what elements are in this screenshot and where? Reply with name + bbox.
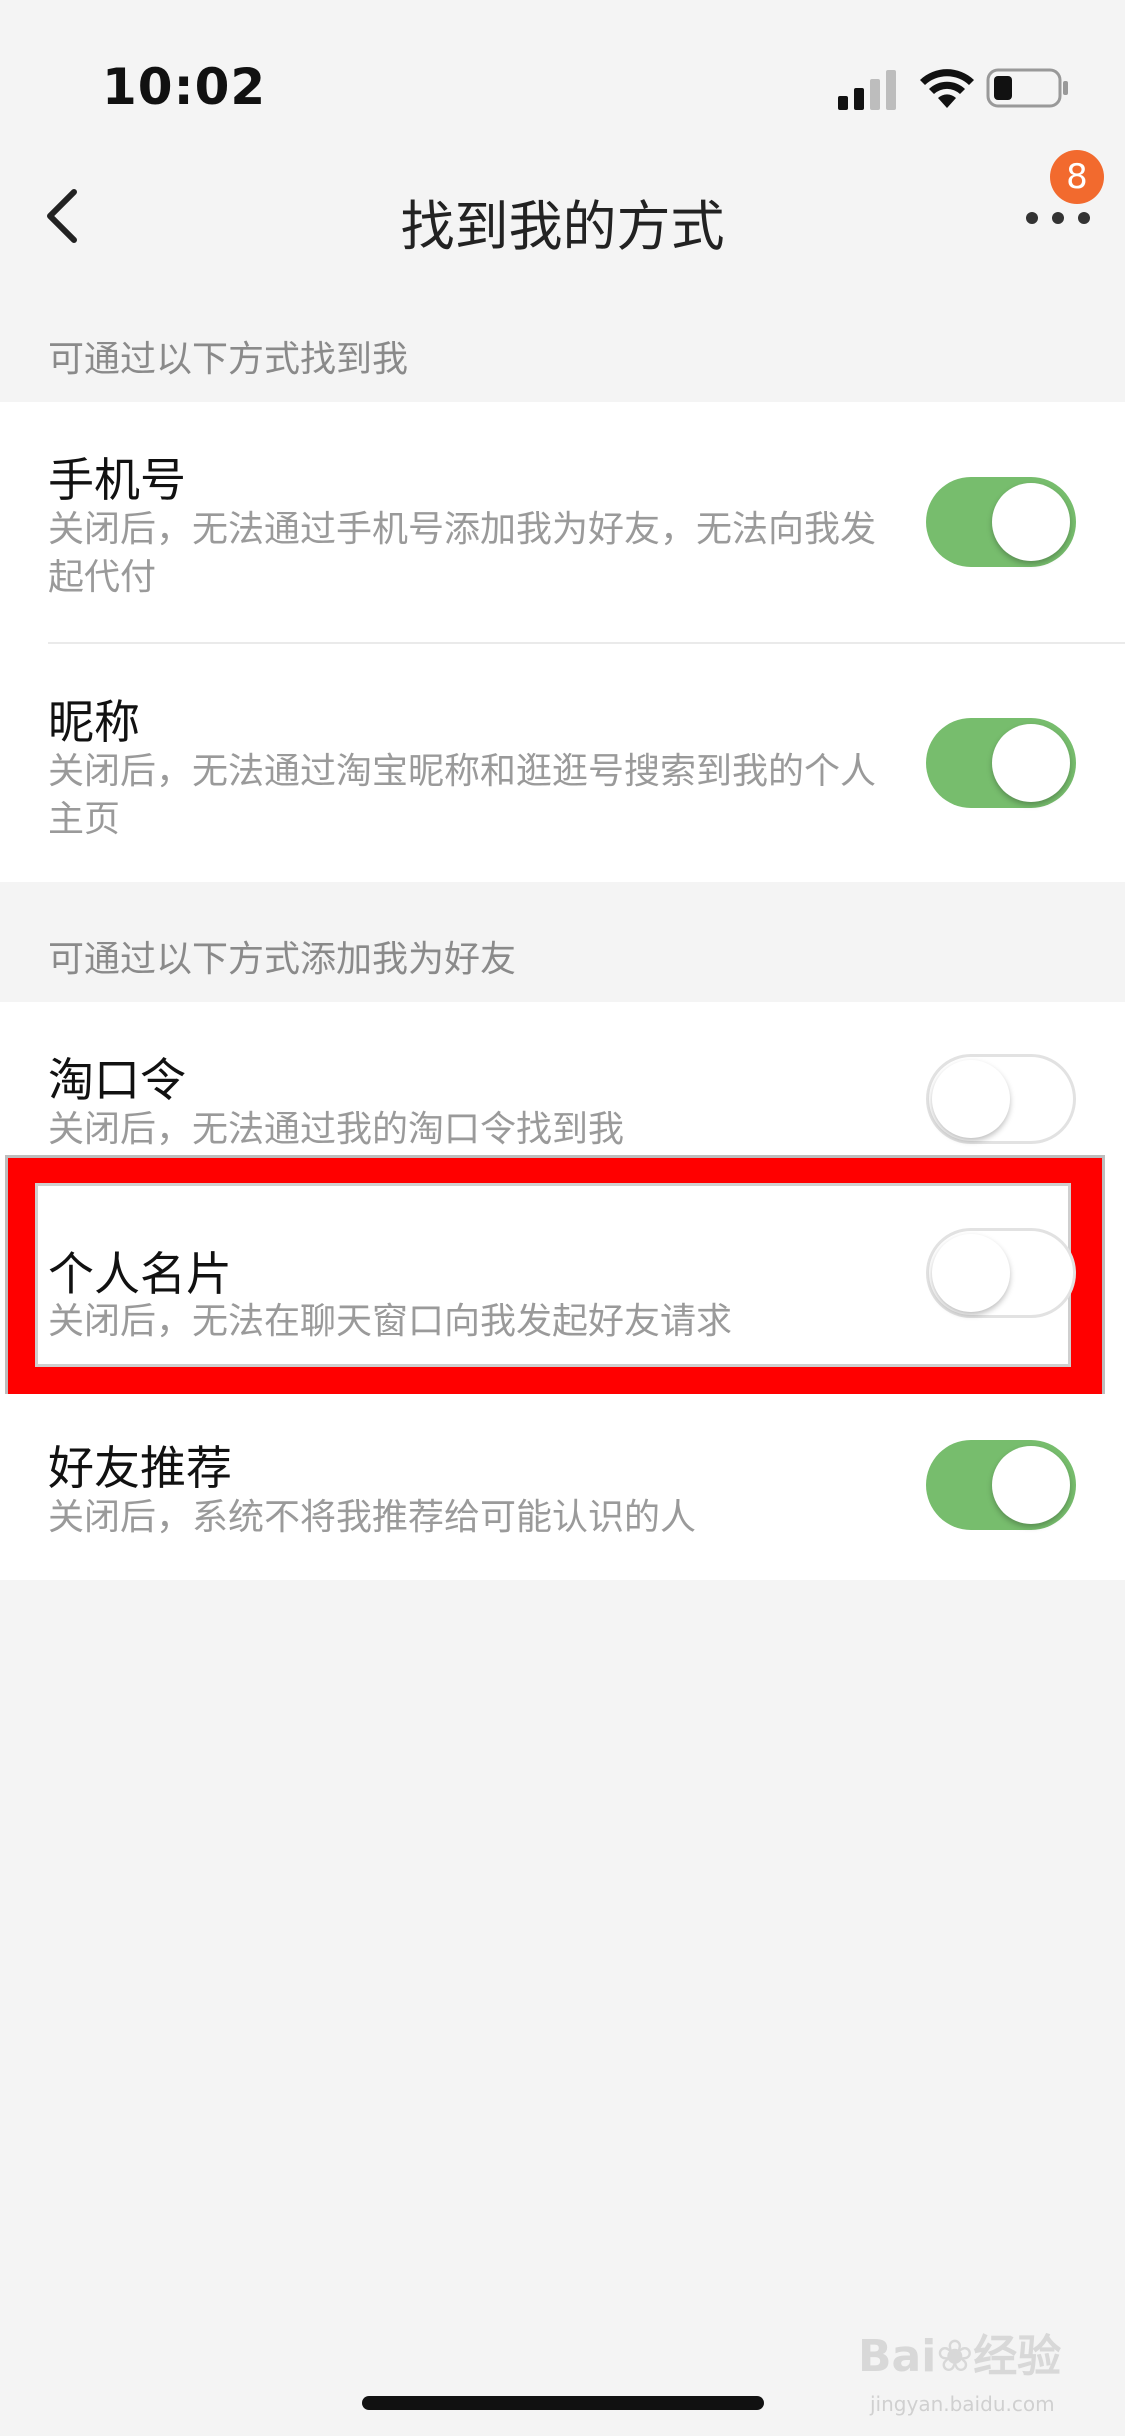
friend-recommend-toggle[interactable] (926, 1440, 1076, 1530)
toggle-knob (992, 724, 1070, 802)
setting-description: 关闭后，无法通过我的淘口令找到我 (48, 1109, 625, 1150)
setting-description: 关闭后，无法通过淘宝昵称和逛逛号搜索到我的个人主页 (48, 751, 877, 840)
setting-description: 关闭后，系统不将我推荐给可能认识的人 (48, 1497, 697, 1538)
setting-title: 昵称 (48, 695, 140, 749)
setting-row-business-card: 个人名片 关闭后，无法在聊天窗口向我发起好友请求 (38, 1186, 1076, 1364)
settings-group-recommend: 好友推荐 关闭后，系统不将我推荐给可能认识的人 (0, 1394, 1125, 1580)
setting-description: 关闭后，无法在聊天窗口向我发起好友请求 (48, 1301, 733, 1342)
setting-title: 淘口令 (48, 1053, 186, 1107)
home-indicator[interactable] (362, 2396, 764, 2410)
nickname-toggle[interactable] (926, 718, 1076, 808)
toggle-knob (932, 1060, 1010, 1138)
business-card-toggle[interactable] (926, 1228, 1076, 1318)
battery-icon (986, 68, 1068, 108)
status-time: 10:02 (102, 58, 267, 116)
setting-row-friend-recommend: 好友推荐 关闭后，系统不将我推荐给可能认识的人 (0, 1394, 1125, 1580)
setting-title: 手机号 (48, 453, 186, 507)
section-header-add-friend: 可通过以下方式添加我为好友 (48, 939, 517, 980)
notification-badge: 8 (1050, 150, 1104, 204)
toggle-knob (992, 483, 1070, 561)
setting-row-nickname: 昵称 关闭后，无法通过淘宝昵称和逛逛号搜索到我的个人主页 (0, 644, 1125, 882)
settings-group-find-me: 手机号 关闭后，无法通过手机号添加我为好友，无法向我发起代付 昵称 关闭后，无法… (0, 402, 1125, 882)
page-title: 找到我的方式 (400, 195, 725, 258)
cellular-signal-icon (838, 70, 896, 110)
section-header-find-me: 可通过以下方式找到我 (48, 339, 409, 380)
status-bar: 10:02 (0, 0, 1125, 140)
watermark-brand: Bai (858, 2331, 937, 2382)
more-options-icon[interactable] (1024, 198, 1092, 238)
taokouling-toggle[interactable] (926, 1054, 1076, 1144)
phone-toggle[interactable] (926, 477, 1076, 567)
setting-row-phone: 手机号 关闭后，无法通过手机号添加我为好友，无法向我发起代付 (0, 402, 1125, 642)
watermark-url: jingyan.baidu.com (870, 2392, 1055, 2416)
setting-title: 个人名片 (48, 1247, 232, 1301)
toggle-knob (932, 1234, 1010, 1312)
setting-title: 好友推荐 (48, 1441, 232, 1495)
wifi-icon (920, 69, 974, 108)
setting-description: 关闭后，无法通过手机号添加我为好友，无法向我发起代付 (48, 509, 877, 598)
paw-icon: ❀ (936, 2331, 974, 2382)
watermark-suffix: 经验 (973, 2331, 1062, 2382)
toggle-knob (992, 1446, 1070, 1524)
